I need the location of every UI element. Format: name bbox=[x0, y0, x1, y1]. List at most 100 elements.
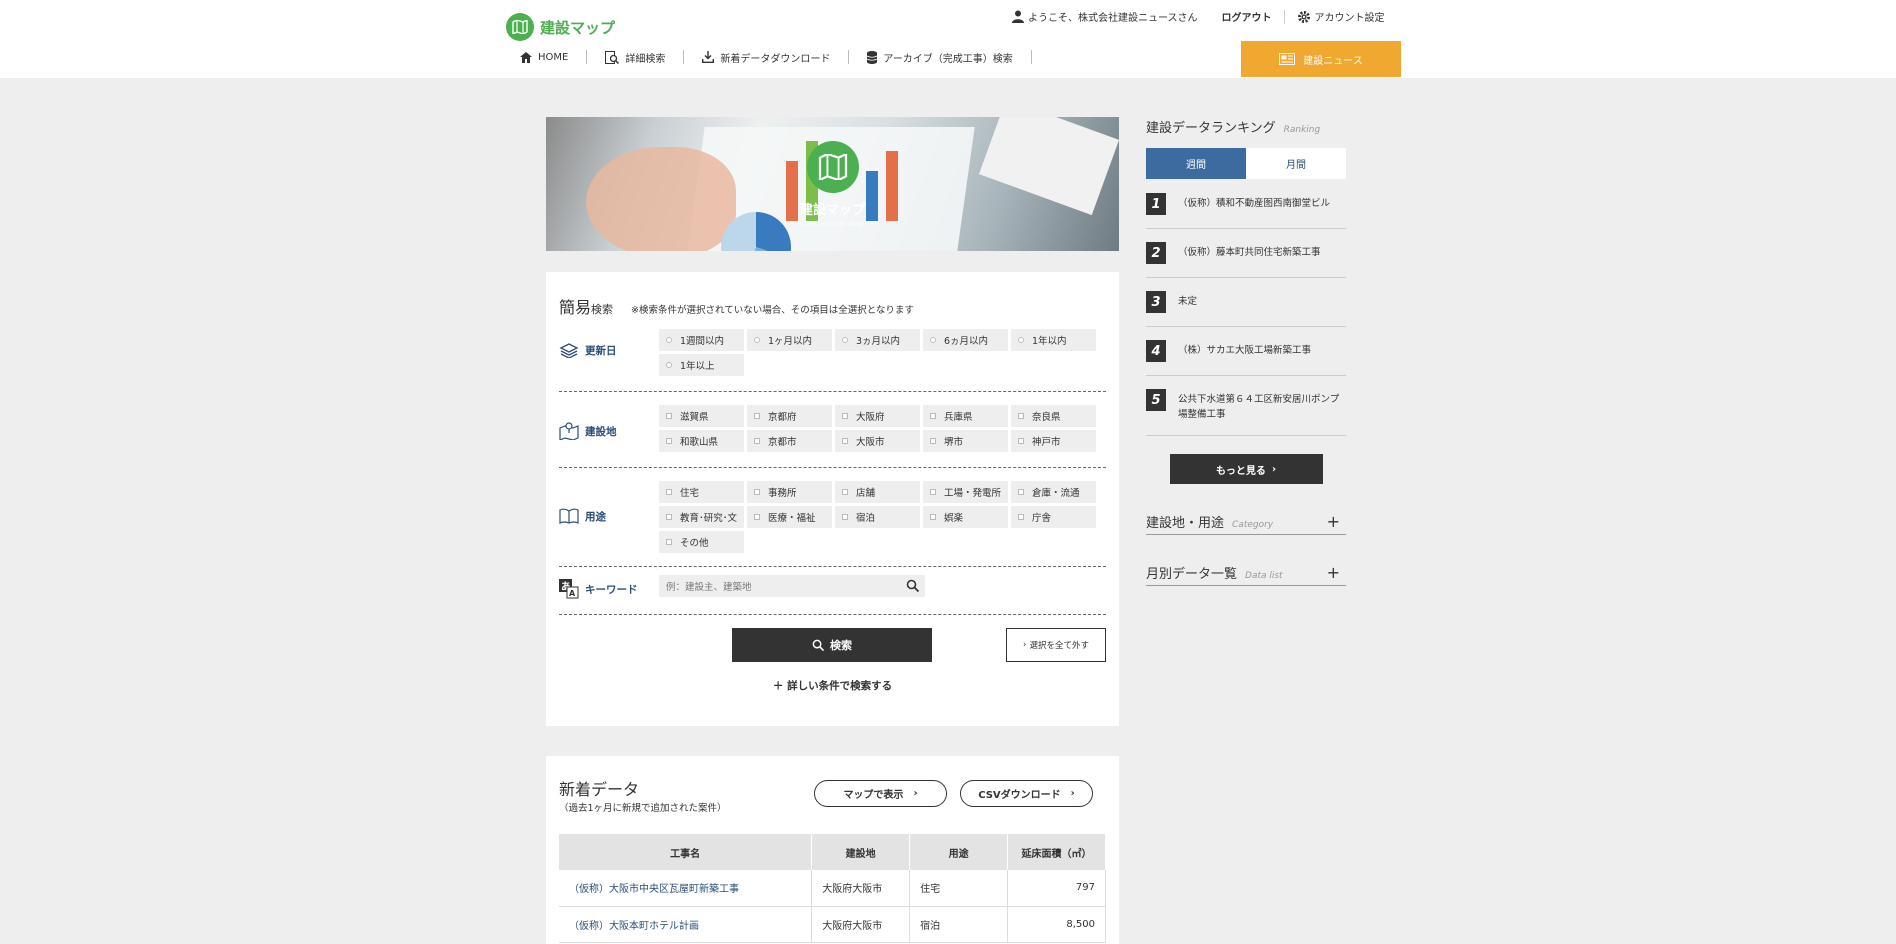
usage-option[interactable]: その他 bbox=[659, 531, 744, 553]
search-button[interactable]: 検索 bbox=[732, 628, 932, 662]
checkbox-icon[interactable] bbox=[930, 413, 936, 419]
nav-home[interactable]: HOME bbox=[520, 50, 588, 64]
ranking-item[interactable]: 1 （仮称）積和不動産图西南御堂ビル bbox=[1146, 180, 1346, 229]
location-option[interactable]: 京都府 bbox=[747, 405, 832, 427]
update-option[interactable]: 3ヵ月以内 bbox=[835, 329, 920, 351]
checkbox-icon[interactable] bbox=[930, 489, 936, 495]
location-option[interactable]: 堺市 bbox=[923, 430, 1008, 452]
project-name-link[interactable]: （仮称）大阪市中央区瓦屋町新築工事 bbox=[559, 870, 813, 907]
checkbox-icon[interactable] bbox=[1018, 514, 1024, 520]
checkbox-icon[interactable] bbox=[930, 438, 936, 444]
location-option[interactable]: 大阪府 bbox=[835, 405, 920, 427]
usage-option[interactable]: 倉庫・流通 bbox=[1011, 481, 1096, 503]
category-subtitle: Category bbox=[1232, 520, 1274, 530]
checkbox-icon[interactable] bbox=[666, 514, 672, 520]
construction-news-button[interactable]: 建設ニュース bbox=[1241, 41, 1401, 77]
location-option[interactable]: 京都市 bbox=[747, 430, 832, 452]
checkbox-icon[interactable] bbox=[754, 514, 760, 520]
nav-download[interactable]: 新着データダウンロード bbox=[684, 50, 850, 65]
radio-icon[interactable] bbox=[930, 337, 936, 343]
update-date-options: 1週間以内 1ヶ月以内 3ヵ月以内 6ヵ月以内 1年以内 1年以上 bbox=[659, 329, 1096, 376]
radio-icon[interactable] bbox=[842, 337, 848, 343]
update-option[interactable]: 1年以上 bbox=[659, 354, 744, 376]
usage-option[interactable]: 宿泊 bbox=[835, 506, 920, 528]
csv-download-button[interactable]: CSVダウンロード › bbox=[960, 780, 1093, 807]
logout-link[interactable]: ログアウト bbox=[1222, 9, 1272, 24]
location-option[interactable]: 和歌山県 bbox=[659, 430, 744, 452]
checkbox-icon[interactable] bbox=[666, 438, 672, 444]
usage-label: 用途 bbox=[559, 508, 606, 524]
checkbox-icon[interactable] bbox=[754, 438, 760, 444]
radio-icon[interactable] bbox=[754, 337, 760, 343]
usage-option[interactable]: 事務所 bbox=[747, 481, 832, 503]
ranking-item[interactable]: 2 （仮称）藤本町共同住宅新築工事 bbox=[1146, 229, 1346, 278]
usage-option[interactable]: 医療・福祉 bbox=[747, 506, 832, 528]
checkbox-icon[interactable] bbox=[1018, 489, 1024, 495]
project-name-link[interactable]: （仮称）大阪本町ホテル計画 bbox=[559, 906, 813, 943]
nav-archive[interactable]: アーカイブ（完成工事）検索 bbox=[849, 50, 1032, 65]
option-label: 1年以上 bbox=[680, 361, 715, 372]
nav-detail-search[interactable]: 詳細検索 bbox=[587, 50, 685, 65]
usage-option[interactable]: 教育･研究･文 bbox=[659, 506, 744, 528]
usage-option[interactable]: 庁舎 bbox=[1011, 506, 1096, 528]
checkbox-icon[interactable] bbox=[1018, 413, 1024, 419]
checkbox-icon[interactable] bbox=[930, 514, 936, 520]
location-option[interactable]: 奈良県 bbox=[1011, 405, 1096, 427]
usage-option[interactable]: 工場・発電所 bbox=[923, 481, 1008, 503]
more-conditions-link[interactable]: ＋ 詳しい条件で検索する bbox=[546, 678, 1119, 693]
search-note: ※検索条件が選択されていない場合、その項目は全選択となります bbox=[631, 305, 914, 316]
checkbox-icon[interactable] bbox=[842, 438, 848, 444]
checkbox-icon[interactable] bbox=[842, 489, 848, 495]
new-data-table: 工事名 建設地 用途 延床面積（㎡） （仮称）大阪市中央区瓦屋町新築工事 大阪府… bbox=[559, 834, 1106, 943]
sidebar: 建設データランキング Ranking 週間 月間 1 （仮称）積和不動産图西南御堂… bbox=[1146, 117, 1346, 586]
download-icon bbox=[702, 51, 715, 63]
checkbox-icon[interactable] bbox=[666, 413, 672, 419]
location-option[interactable]: 神戸市 bbox=[1011, 430, 1096, 452]
location-option[interactable]: 大阪市 bbox=[835, 430, 920, 452]
checkbox-icon[interactable] bbox=[666, 489, 672, 495]
checkbox-icon[interactable] bbox=[754, 489, 760, 495]
construction-news-label: 建設ニュース bbox=[1303, 55, 1363, 67]
search-icon[interactable] bbox=[906, 579, 919, 592]
ranking-item[interactable]: 3 未定 bbox=[1146, 278, 1346, 327]
logo-text: 建設マップ bbox=[540, 18, 616, 37]
ranking-item[interactable]: 5 公共下水道第６４工区新安居川ポンプ場整備工事 bbox=[1146, 376, 1346, 436]
logo[interactable]: 建設マップ bbox=[506, 13, 615, 41]
clear-selection-button[interactable]: › 選択を全て外す bbox=[1006, 628, 1106, 662]
checkbox-icon[interactable] bbox=[842, 413, 848, 419]
update-option[interactable]: 1年以内 bbox=[1011, 329, 1096, 351]
update-option[interactable]: 1週間以内 bbox=[659, 329, 744, 351]
location-option[interactable]: 滋賀県 bbox=[659, 405, 744, 427]
see-more-button[interactable]: もっと見る › bbox=[1169, 454, 1323, 484]
update-option[interactable]: 6ヵ月以内 bbox=[923, 329, 1008, 351]
monthly-data-accordion[interactable]: 月別データ一覧 Data list + bbox=[1146, 563, 1346, 586]
csv-download-label: CSVダウンロード bbox=[978, 790, 1061, 801]
radio-icon[interactable] bbox=[1018, 337, 1024, 343]
account-settings-link[interactable]: アカウント設定 bbox=[1297, 9, 1385, 24]
category-accordion[interactable]: 建設地・用途 Category + bbox=[1146, 512, 1346, 535]
checkbox-icon[interactable] bbox=[754, 413, 760, 419]
update-option[interactable]: 1ヶ月以内 bbox=[747, 329, 832, 351]
location-option[interactable]: 兵庫県 bbox=[923, 405, 1008, 427]
main-nav: HOME 詳細検索 新着データダウンロード アーカイブ（完成工事）検索 bbox=[520, 50, 1032, 65]
tab-weekly[interactable]: 週間 bbox=[1146, 148, 1246, 179]
ranking-item[interactable]: 4 （株）サカエ大阪工場新築工事 bbox=[1146, 327, 1346, 376]
plus-icon[interactable]: + bbox=[1327, 512, 1340, 531]
keyword-input[interactable]: 例：建設主、建築地 bbox=[659, 575, 925, 597]
checkbox-icon[interactable] bbox=[666, 539, 672, 545]
usage-option[interactable]: 店舗 bbox=[835, 481, 920, 503]
keyword-text: キーワード bbox=[585, 583, 638, 596]
radio-icon[interactable] bbox=[666, 337, 672, 343]
usage-option[interactable]: 住宅 bbox=[659, 481, 744, 503]
map-view-button[interactable]: マップで表示 › bbox=[814, 780, 947, 807]
tab-monthly[interactable]: 月間 bbox=[1246, 148, 1346, 179]
option-label: 奈良県 bbox=[1032, 412, 1061, 423]
radio-icon[interactable] bbox=[666, 362, 672, 368]
update-date-label: 更新日 bbox=[559, 342, 617, 358]
checkbox-icon[interactable] bbox=[842, 514, 848, 520]
welcome-message: ようこそ、株式会社建設ニュースさん bbox=[1012, 9, 1198, 24]
plus-icon[interactable]: + bbox=[1327, 563, 1340, 582]
usage-option[interactable]: 娯楽 bbox=[923, 506, 1008, 528]
checkbox-icon[interactable] bbox=[1018, 438, 1024, 444]
option-label: 事務所 bbox=[768, 488, 797, 499]
